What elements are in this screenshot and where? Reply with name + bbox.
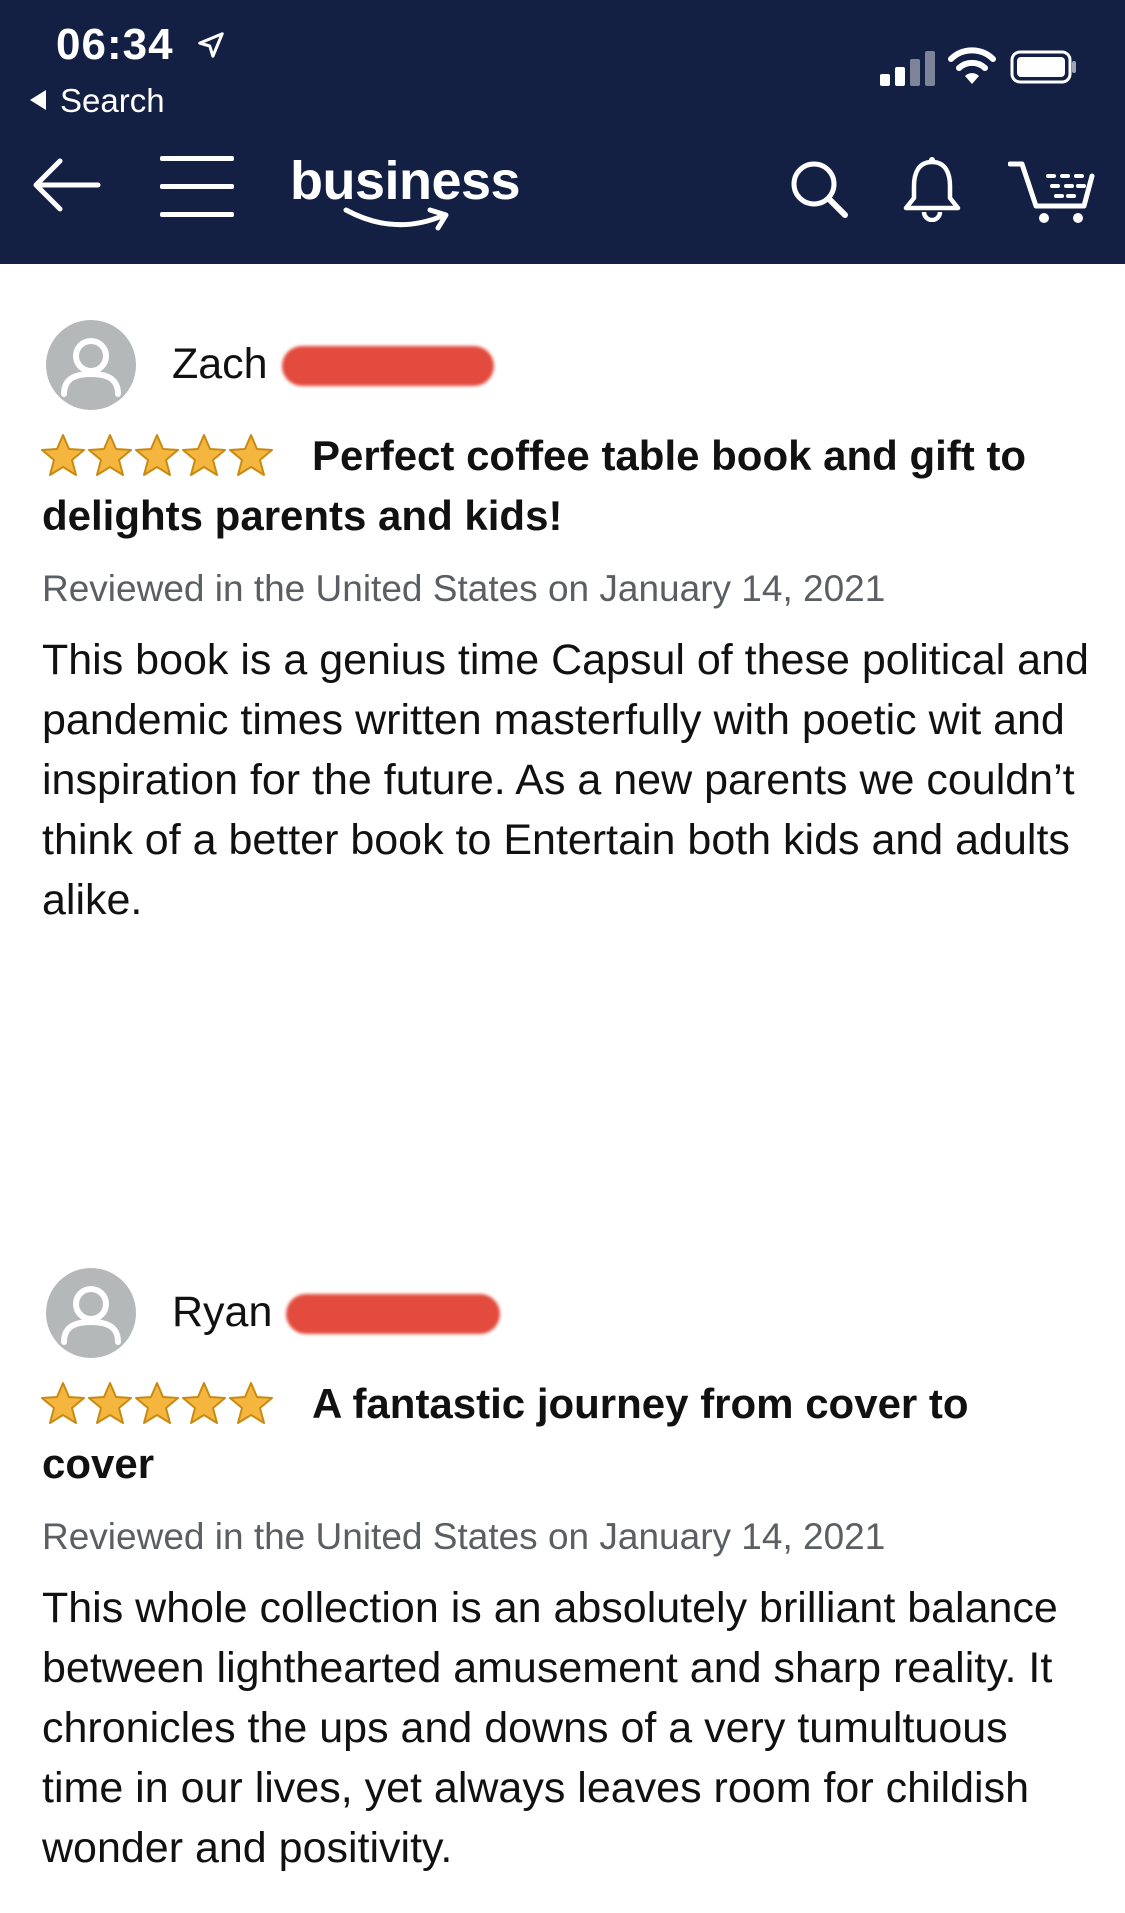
review-meta: Reviewed in the United States on January…: [42, 1516, 886, 1557]
reviewer-name: Zach: [172, 340, 268, 388]
back-triangle-icon: [30, 90, 46, 110]
review-body: This book is a genius time Capsul of the…: [42, 636, 1089, 924]
reviewer-profile[interactable]: Zach: [46, 318, 1086, 410]
reviewer-name: Ryan: [172, 1288, 273, 1336]
avatar: [46, 320, 136, 410]
user-silhouette-icon: [61, 338, 121, 397]
location-arrow-icon: [198, 32, 224, 58]
avatar: [46, 1268, 136, 1358]
battery-icon: [1010, 50, 1076, 84]
review-title: Perfect coffee table book and gift to de…: [42, 432, 1027, 539]
back-to-search-link[interactable]: Search: [30, 82, 165, 120]
status-time: 06:34: [56, 20, 174, 69]
back-app-label: Search: [60, 82, 165, 119]
top-bar: 06:34 Search business: [0, 0, 1125, 264]
smile-arrow-icon: [343, 207, 449, 231]
hamburger-menu-icon[interactable]: [160, 156, 236, 220]
name-redaction: [282, 346, 494, 386]
name-redaction: [286, 1294, 500, 1334]
back-arrow-icon[interactable]: [30, 155, 102, 215]
reviewer-profile[interactable]: Ryan: [46, 1266, 1086, 1358]
cellular-signal-icon: [880, 50, 936, 86]
cart-icon[interactable]: [1008, 158, 1096, 226]
review-body: This whole collection is an absolutely b…: [42, 1584, 1058, 1872]
review-title: A fantastic journey from cover to cover: [42, 1380, 969, 1487]
wifi-icon: [948, 47, 996, 84]
business-logo[interactable]: business: [290, 150, 530, 240]
review-meta: Reviewed in the United States on January…: [42, 568, 886, 609]
user-silhouette-icon: [61, 1286, 121, 1345]
notification-bell-icon[interactable]: [900, 156, 964, 222]
search-icon[interactable]: [788, 158, 850, 220]
